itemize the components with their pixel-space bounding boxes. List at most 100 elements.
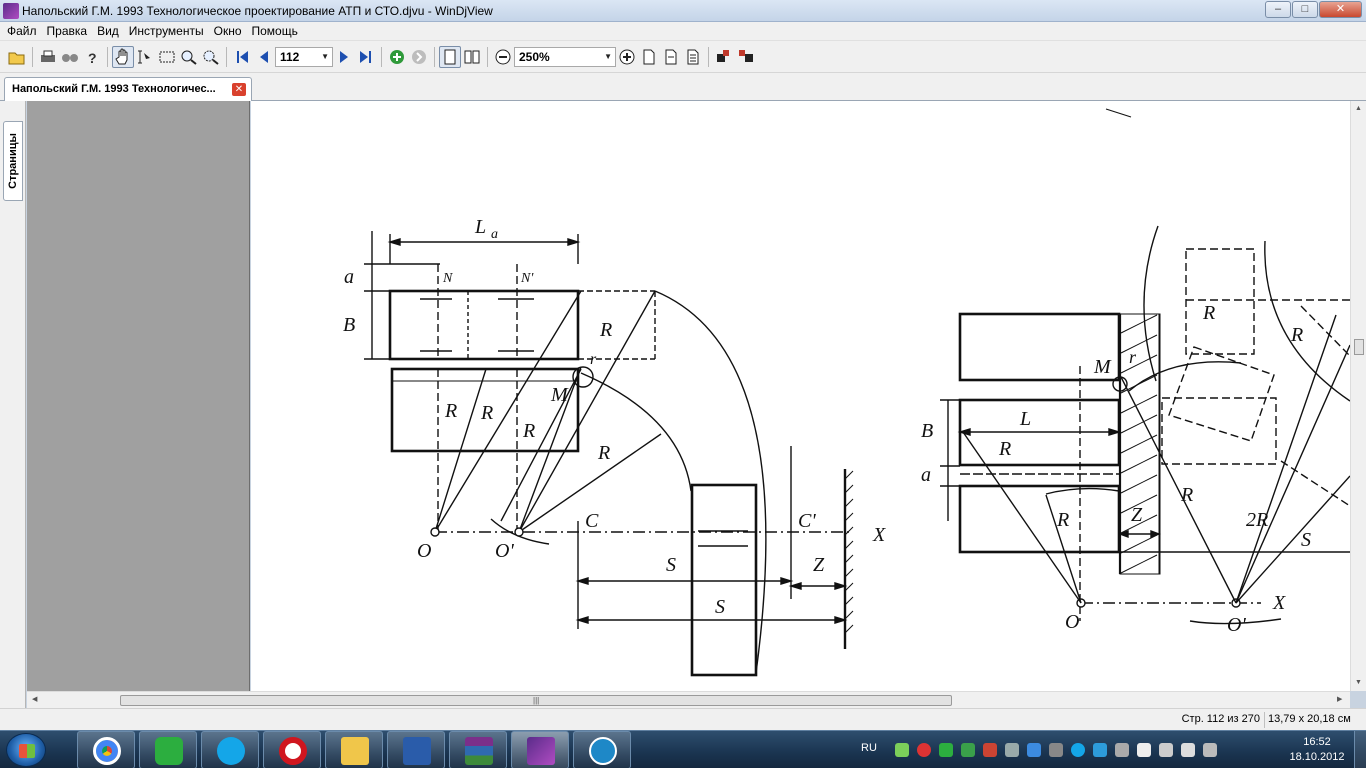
word-icon: [403, 737, 431, 765]
select-text-icon[interactable]: [134, 46, 156, 68]
open-icon[interactable]: [6, 46, 28, 68]
start-button[interactable]: [6, 733, 46, 767]
zoom-combo[interactable]: 250% ▼: [514, 46, 616, 67]
page-number-combo[interactable]: 112 ▼: [275, 46, 333, 67]
label-r2-left: R: [444, 400, 457, 422]
window-title: Напольский Г.М. 1993 Технологическое про…: [22, 4, 493, 18]
label-x-right: X: [1272, 592, 1286, 614]
svg-text:?: ?: [88, 50, 97, 65]
label-r-right: r: [1129, 347, 1137, 367]
rotate-left-icon[interactable]: [713, 46, 735, 68]
taskbar-windjview[interactable]: [511, 731, 569, 768]
toolbar-separator: [107, 46, 108, 67]
windjview-app-icon[interactable]: [3, 3, 19, 19]
close-tab-icon[interactable]: ✕: [232, 83, 246, 96]
status-page-info: Стр. 112 из 270: [1181, 713, 1260, 725]
zoom-out-icon[interactable]: [492, 46, 514, 68]
close-button[interactable]: ✕: [1319, 1, 1362, 18]
taskbar-explorer[interactable]: [325, 731, 383, 768]
power-icon[interactable]: [1203, 743, 1217, 757]
horizontal-scrollbar[interactable]: ◀ ||| ▶: [27, 691, 1350, 708]
scroll-up-icon[interactable]: ▲: [1355, 105, 1362, 112]
tray-network-icon[interactable]: [961, 743, 975, 757]
fit-width-icon[interactable]: [660, 46, 682, 68]
menu-window[interactable]: Окно: [209, 22, 247, 41]
rotate-right-icon[interactable]: [735, 46, 757, 68]
back-icon[interactable]: [386, 46, 408, 68]
scroll-down-icon[interactable]: ▼: [1355, 679, 1362, 686]
tray-app-icon[interactable]: [1027, 743, 1041, 757]
document-page[interactable]: L a a B N N' R r M R R R R O O' C C' X S…: [251, 101, 1350, 691]
tray-mail-icon[interactable]: [939, 743, 953, 757]
toolbar-separator: [708, 46, 709, 67]
hand-tool-icon[interactable]: [112, 45, 134, 68]
vertical-scroll-thumb[interactable]: [1354, 339, 1364, 355]
chevron-down-icon: ▼: [321, 52, 329, 61]
tray-app-icon[interactable]: [1005, 743, 1019, 757]
label-b: B: [343, 314, 355, 336]
document-tab[interactable]: Напольский Г.М. 1993 Технологичес... ✕: [4, 77, 252, 101]
scroll-left-icon[interactable]: ◀: [32, 695, 37, 703]
tray-app-icon[interactable]: [1115, 743, 1129, 757]
status-page-size: 13,79 x 20,18 см: [1268, 713, 1351, 725]
taskbar-winrar[interactable]: [449, 731, 507, 768]
taskbar-opera[interactable]: [263, 731, 321, 768]
taskbar-word[interactable]: [387, 731, 445, 768]
two-page-icon[interactable]: [461, 46, 483, 68]
scroll-grip-icon: |||: [533, 696, 540, 705]
find-icon[interactable]: [59, 46, 81, 68]
toolbar-separator: [434, 46, 435, 67]
show-desktop-button[interactable]: [1354, 731, 1366, 768]
toolbar: ? 112 ▼ 250% ▼: [0, 41, 1366, 73]
taskbar-kaspersky[interactable]: [573, 731, 631, 768]
help-icon[interactable]: ?: [81, 46, 103, 68]
language-indicator[interactable]: RU: [861, 742, 877, 754]
tray-bluetooth-icon[interactable]: [1093, 743, 1107, 757]
minimize-button[interactable]: –: [1265, 1, 1291, 18]
fit-page-icon[interactable]: [638, 46, 660, 68]
first-page-icon[interactable]: [231, 46, 253, 68]
pages-panel-tab[interactable]: Страницы: [3, 121, 23, 201]
menu-file[interactable]: Файл: [2, 22, 42, 41]
menu-edit[interactable]: Правка: [42, 22, 93, 41]
clock[interactable]: 16:52 18.10.2012: [1282, 735, 1352, 765]
status-separator: [1264, 712, 1265, 728]
label-r-top: r: [590, 351, 597, 368]
last-page-icon[interactable]: [355, 46, 377, 68]
single-page-icon[interactable]: [439, 45, 461, 68]
clock-date: 18.10.2012: [1289, 751, 1345, 763]
folder-icon: [341, 737, 369, 765]
flag-icon[interactable]: [1137, 743, 1151, 757]
horizontal-scroll-thumb[interactable]: |||: [120, 695, 952, 706]
tray-app-icon[interactable]: [983, 743, 997, 757]
tray-icon[interactable]: [895, 743, 909, 757]
windows-taskbar: RU 16:52 18.10.2012: [0, 730, 1366, 768]
technical-drawing: L a a B N N' R r M R R R R O O' C C' X S…: [343, 108, 1350, 677]
next-page-icon[interactable]: [333, 46, 355, 68]
menu-help[interactable]: Помощь: [247, 22, 303, 41]
tray-skype-icon[interactable]: [1071, 743, 1085, 757]
maximize-button[interactable]: □: [1292, 1, 1318, 18]
pages-panel-label: Страницы: [7, 133, 19, 189]
scroll-right-icon[interactable]: ▶: [1337, 695, 1342, 703]
taskbar-skype[interactable]: [201, 731, 259, 768]
print-icon[interactable]: [37, 46, 59, 68]
menu-view[interactable]: Вид: [92, 22, 124, 41]
volume-icon[interactable]: [1159, 743, 1173, 757]
prev-page-icon[interactable]: [253, 46, 275, 68]
vertical-scrollbar[interactable]: ▲ ▼: [1350, 101, 1366, 691]
zoom-in-icon[interactable]: [616, 46, 638, 68]
system-tray: RU: [855, 731, 1275, 768]
zoom-icon[interactable]: [178, 46, 200, 68]
magnify-icon[interactable]: [200, 46, 222, 68]
network-icon[interactable]: [1181, 743, 1195, 757]
label-la-right: L: [1019, 408, 1031, 430]
menu-tools[interactable]: Инструменты: [124, 22, 209, 41]
taskbar-mail-agent[interactable]: [139, 731, 197, 768]
taskbar-chrome[interactable]: [77, 731, 135, 768]
actual-size-icon[interactable]: [682, 46, 704, 68]
tray-app-icon[interactable]: [1049, 743, 1063, 757]
select-rect-icon[interactable]: [156, 46, 178, 68]
tray-opera-icon[interactable]: [917, 743, 931, 757]
forward-icon[interactable]: [408, 46, 430, 68]
